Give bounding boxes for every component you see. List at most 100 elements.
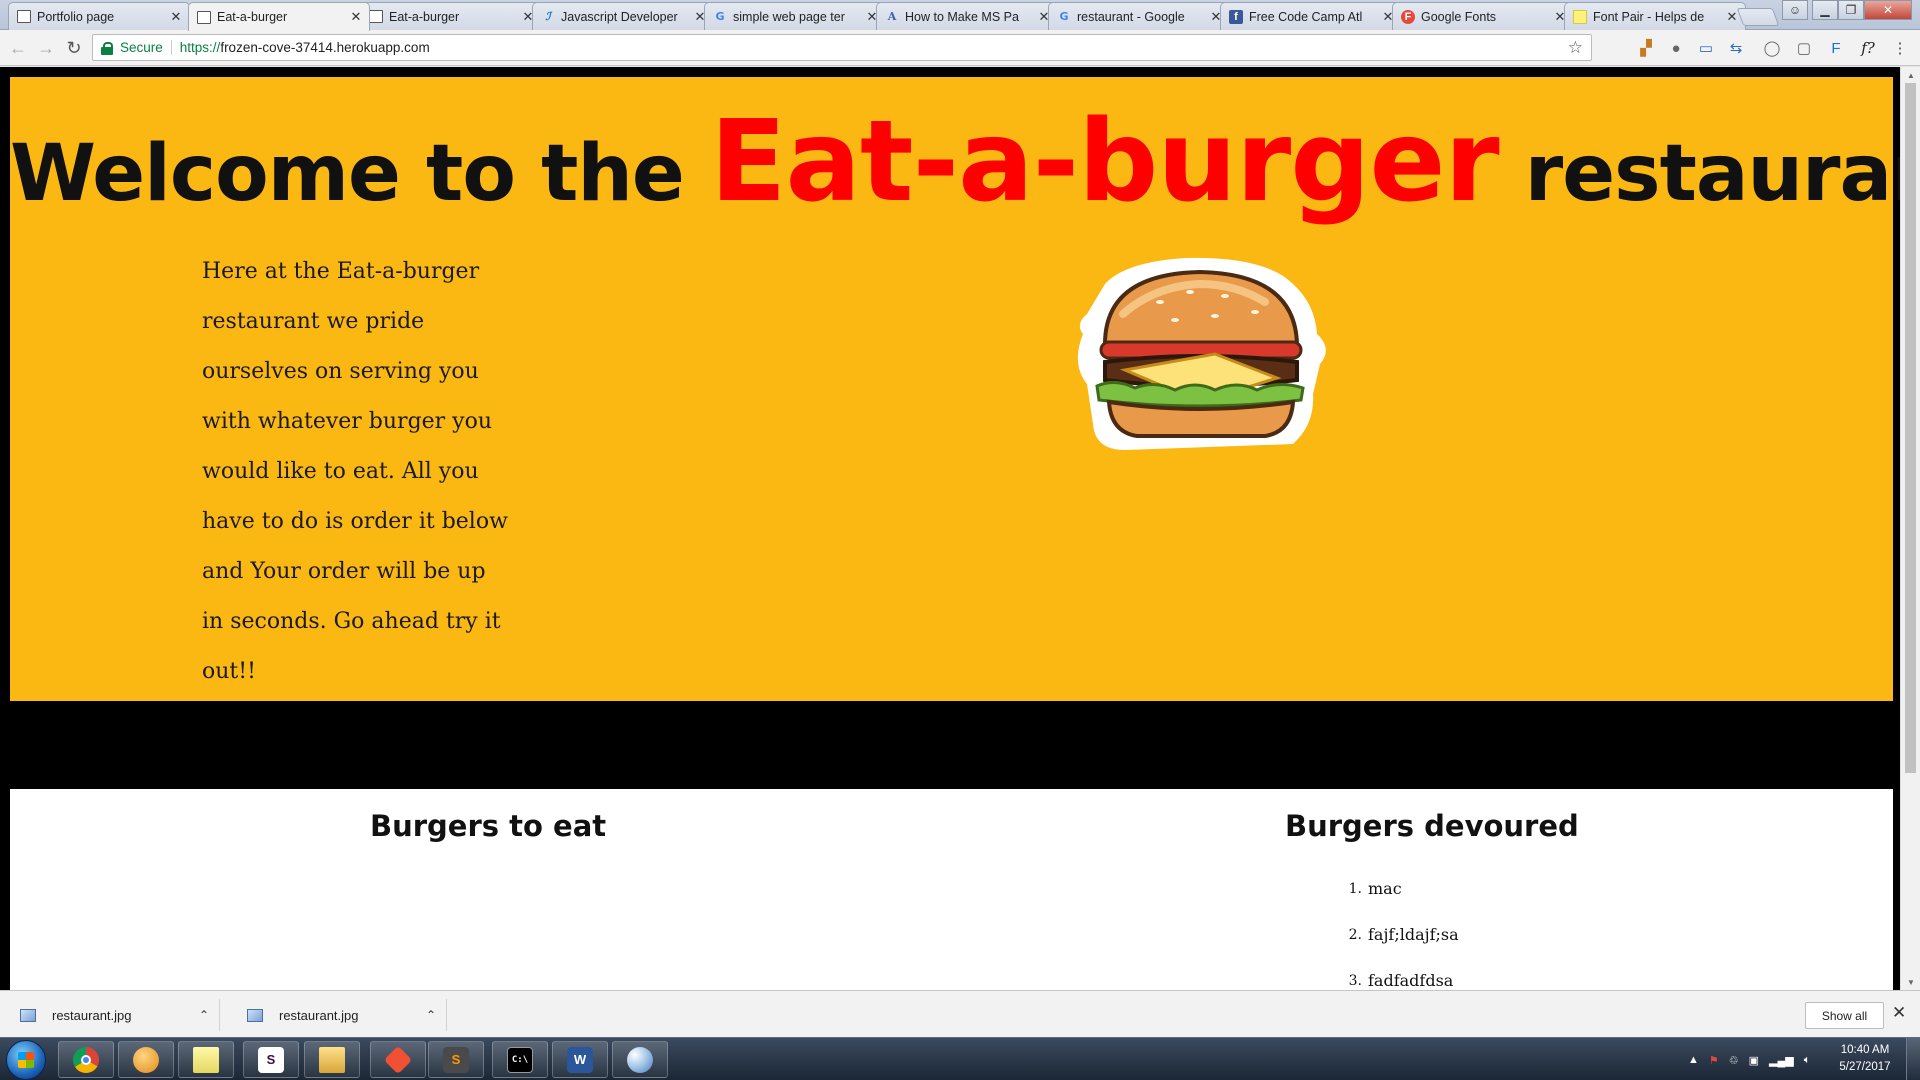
- burger-image: [1077, 257, 1326, 450]
- taskbar-terminal[interactable]: C:\: [492, 1041, 548, 1078]
- tab-close-icon[interactable]: ✕: [169, 9, 183, 25]
- tab-restaurant-google[interactable]: G restaurant - Google ✕: [1048, 2, 1230, 30]
- facebook-icon: f: [1229, 9, 1243, 24]
- recycle-icon[interactable]: ♲: [1729, 1054, 1739, 1067]
- page-viewport: Welcome to the Eat-a-burger restaurant H…: [0, 67, 1900, 990]
- page-scrollbar[interactable]: ▲ ▼: [1900, 67, 1920, 990]
- taskbar-sticky-notes[interactable]: [178, 1041, 234, 1078]
- list-item: 2. fajf;ldajf;sa: [1342, 925, 1459, 971]
- network-signal-icon[interactable]: ▂▄▆: [1769, 1054, 1794, 1067]
- maximize-icon[interactable]: ❐: [1838, 0, 1864, 20]
- show-all-button[interactable]: Show all: [1805, 1002, 1884, 1029]
- secure-label: Secure: [120, 40, 172, 55]
- tab-label: Free Code Camp Atl: [1249, 9, 1363, 24]
- new-tab-button[interactable]: [1736, 8, 1780, 26]
- page-icon: [17, 10, 31, 23]
- taskbar-paint[interactable]: [612, 1041, 668, 1078]
- box-ext-icon[interactable]: ▢: [1794, 38, 1814, 58]
- show-desktop-button[interactable]: [1906, 1038, 1920, 1080]
- taskbar-chrome[interactable]: [58, 1041, 114, 1078]
- url-host: frozen-cove-37414.herokuapp.com: [220, 40, 430, 55]
- title-prefix: Welcome to the: [10, 129, 710, 219]
- menu-kebab-icon[interactable]: ⋮: [1890, 38, 1910, 58]
- chevron-up-icon[interactable]: ⌃: [416, 1008, 446, 1022]
- image-file-icon: [247, 1008, 263, 1022]
- chrome-icon: [73, 1046, 99, 1073]
- address-bar[interactable]: Secure https:// frozen-cove-37414.heroku…: [92, 34, 1592, 61]
- taskbar-media[interactable]: [118, 1041, 174, 1078]
- tab-label: How to Make MS Pa: [905, 9, 1019, 24]
- system-clock[interactable]: 10:40 AM 5/27/2017: [1830, 1042, 1900, 1076]
- burger-name: fajf;ldajf;sa: [1368, 925, 1459, 944]
- tab-label: Javascript Developer: [561, 9, 678, 24]
- browser-tab-strip: Portfolio page ✕ Eat-a-burger ✕ Eat-a-bu…: [0, 0, 1920, 31]
- tab-google-fonts[interactable]: F Google Fonts ✕: [1392, 2, 1574, 30]
- tab-eat-a-burger-active[interactable]: Eat-a-burger ✕: [188, 2, 370, 31]
- font-ext-icon[interactable]: F: [1826, 38, 1846, 58]
- close-downloads-icon[interactable]: ✕: [1892, 1003, 1906, 1023]
- forward-arrow-icon[interactable]: →: [36, 38, 56, 58]
- browser-toolbar: ← → ↻ Secure https:// frozen-cove-37414.…: [0, 30, 1920, 66]
- tab-font-pair[interactable]: Font Pair - Helps de ✕: [1564, 2, 1746, 30]
- devoured-list: 1. mac 2. fajf;ldajf;sa 3. fadfadfdsa: [1342, 879, 1459, 990]
- tab-label: restaurant - Google: [1077, 9, 1185, 24]
- reload-icon[interactable]: ↻: [64, 38, 84, 58]
- tab-label: Font Pair - Helps de: [1593, 9, 1705, 24]
- circle-ext-icon[interactable]: ◯: [1762, 38, 1782, 58]
- tab-label: simple web page ter: [733, 9, 845, 24]
- tab-javascript-developer[interactable]: ℐ Javascript Developer ✕: [532, 2, 714, 30]
- system-tray: ▲ ⚑ ♲ ▣ ▂▄▆ 🔈︎: [1688, 1046, 1810, 1074]
- window-close-icon[interactable]: ✕: [1864, 0, 1912, 20]
- javascript-icon: ℐ: [545, 10, 551, 23]
- orders-section: Burgers to eat Burgers devoured 1. mac 2.…: [10, 789, 1893, 990]
- start-button[interactable]: [6, 1040, 46, 1080]
- download-filename: restaurant.jpg: [52, 1007, 132, 1023]
- tab-label: Eat-a-burger: [389, 9, 460, 24]
- whatfont-icon[interactable]: f?: [1858, 38, 1878, 58]
- profile-icon[interactable]: ☺: [1782, 0, 1808, 20]
- burger-name: fadfadfdsa: [1368, 971, 1454, 990]
- section-divider: [10, 701, 1893, 781]
- scroll-thumb[interactable]: [1905, 83, 1916, 773]
- tab-portfolio-page[interactable]: Portfolio page ✕: [8, 2, 190, 30]
- google-icon: G: [715, 10, 725, 23]
- taskbar-git[interactable]: [370, 1041, 426, 1078]
- brand-name: Eat-a-burger: [709, 97, 1500, 227]
- scroll-down-icon[interactable]: ▼: [1901, 974, 1920, 990]
- list-number: 1.: [1348, 881, 1362, 897]
- terminal-icon: C:\: [507, 1046, 533, 1073]
- taskbar-explorer[interactable]: [304, 1041, 360, 1078]
- explorer-folder-icon: [319, 1046, 345, 1073]
- bookmark-ext-icon[interactable]: ▞: [1636, 38, 1656, 58]
- taskbar-word[interactable]: W: [552, 1041, 608, 1078]
- download-item[interactable]: restaurant.jpg ⌃: [227, 999, 447, 1031]
- mic-ext-icon[interactable]: ●: [1666, 38, 1686, 58]
- tab-free-code-camp[interactable]: f Free Code Camp Atl ✕: [1220, 2, 1402, 30]
- device-icon[interactable]: ▣: [1749, 1054, 1759, 1067]
- google-fonts-icon: F: [1401, 9, 1415, 24]
- action-center-flag-icon[interactable]: ⚑: [1709, 1054, 1719, 1067]
- bookmark-star-icon[interactable]: ☆: [1568, 38, 1583, 58]
- arrows-ext-icon[interactable]: ⇆: [1726, 38, 1746, 58]
- taskbar-slack[interactable]: S: [243, 1041, 299, 1078]
- tray-expand-icon[interactable]: ▲: [1688, 1054, 1699, 1066]
- taskbar-sublime[interactable]: S: [428, 1041, 484, 1078]
- title-suffix: restaurant: [1524, 129, 1900, 219]
- minimize-icon[interactable]: ▁: [1812, 0, 1838, 20]
- clock-time: 10:40 AM: [1840, 1044, 1890, 1056]
- scroll-up-icon[interactable]: ▲: [1901, 67, 1920, 83]
- tab-simple-web-page[interactable]: G simple web page ter ✕: [704, 2, 886, 30]
- tab-eat-a-burger[interactable]: Eat-a-burger ✕: [360, 2, 542, 30]
- downloads-bar: restaurant.jpg ⌃ restaurant.jpg ⌃ Show a…: [0, 990, 1920, 1037]
- intro-paragraph: Here at the Eat-a-burger restaurant we p…: [202, 259, 508, 684]
- chevron-up-icon[interactable]: ⌃: [189, 1008, 219, 1022]
- download-item[interactable]: restaurant.jpg ⌃: [0, 999, 220, 1031]
- window-resizer-icon[interactable]: ▭: [1696, 38, 1716, 58]
- volume-icon[interactable]: 🔈︎: [1804, 1054, 1811, 1067]
- tab-close-icon[interactable]: ✕: [349, 9, 363, 25]
- back-arrow-icon[interactable]: ←: [8, 38, 28, 58]
- list-number: 3.: [1348, 973, 1362, 989]
- tab-label: Google Fonts: [1421, 9, 1497, 24]
- windows-taskbar: S S C:\ W ▲ ⚑ ♲ ▣ ▂▄▆ 🔈︎ 10:40 AM 5/27/2…: [0, 1037, 1920, 1080]
- tab-how-to-make-ms-paint[interactable]: A How to Make MS Pa ✕: [876, 2, 1058, 30]
